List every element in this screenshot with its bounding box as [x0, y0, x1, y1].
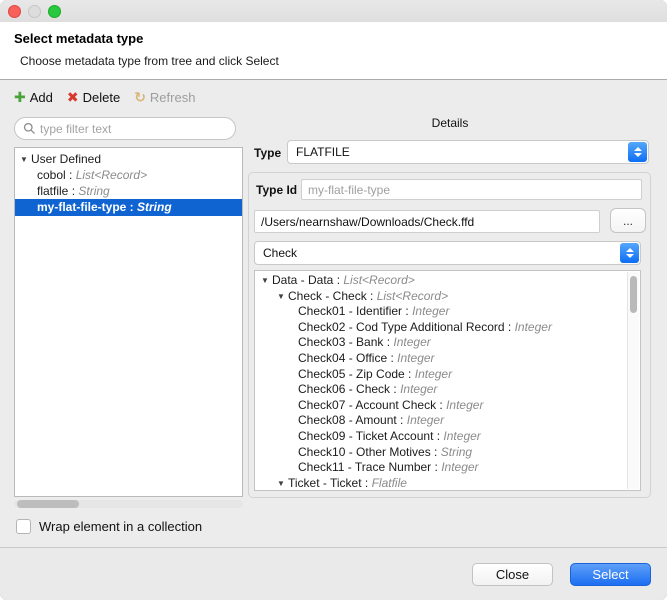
tree-item-cobol[interactable]: cobol : List<Record> [15, 167, 242, 183]
field-tree-item[interactable]: ▼Check - Check : List<Record> [255, 289, 640, 305]
delete-button[interactable]: ✖ Delete [67, 90, 120, 105]
window-minimize-button[interactable] [28, 5, 41, 18]
header-divider [0, 79, 667, 80]
field-tree-item[interactable]: Check10 - Other Motives : String [255, 445, 640, 461]
delete-icon: ✖ [67, 90, 79, 104]
file-path-field[interactable] [254, 210, 600, 233]
browse-button[interactable]: ... [610, 208, 646, 233]
refresh-icon: ↻ [134, 90, 146, 104]
delete-button-label: Delete [83, 90, 121, 105]
chevron-down-icon [626, 254, 634, 258]
tree-item-flatfile[interactable]: flatfile : String [15, 183, 242, 199]
field-tree-item[interactable]: Check01 - Identifier : Integer [255, 304, 640, 320]
record-dropdown[interactable]: Check [254, 241, 641, 265]
type-id-label: Type Id [256, 183, 297, 197]
field-tree-item[interactable]: Check07 - Account Check : Integer [255, 398, 640, 414]
search-icon [23, 122, 36, 135]
field-tree-item[interactable]: ▼Data - Data : List<Record> [255, 273, 640, 289]
horizontal-scrollbar-thumb[interactable] [17, 500, 79, 508]
field-tree-item[interactable]: Check06 - Check : Integer [255, 382, 640, 398]
page-title: Select metadata type [14, 31, 143, 46]
flatfile-details-groupbox: Type Id ... Check ▼Data - Data : List<Re… [248, 172, 651, 498]
disclosure-triangle-icon[interactable]: ▼ [261, 273, 272, 289]
field-tree-item[interactable]: ▼Ticket - Ticket : Flatfile [255, 476, 640, 491]
vertical-scrollbar-thumb[interactable] [630, 276, 637, 313]
filter-input[interactable] [40, 122, 227, 136]
wrap-collection-row: Wrap element in a collection [16, 519, 202, 534]
add-icon: ✚ [14, 90, 26, 104]
chevron-up-icon [634, 147, 642, 151]
field-tree-item[interactable]: Check08 - Amount : Integer [255, 413, 640, 429]
dialog-header: Select metadata type Choose metadata typ… [0, 22, 667, 79]
metadata-tree[interactable]: ▼User Defined cobol : List<Record> flatf… [14, 147, 243, 497]
refresh-button[interactable]: ↻ Refresh [134, 90, 195, 105]
field-tree-item[interactable]: Check04 - Office : Integer [255, 351, 640, 367]
refresh-button-label: Refresh [150, 90, 196, 105]
chevron-down-icon [634, 153, 642, 157]
horizontal-scrollbar[interactable] [14, 500, 243, 508]
type-dropdown[interactable]: FLATFILE [287, 140, 649, 164]
chevron-up-icon [626, 248, 634, 252]
vertical-scrollbar[interactable] [627, 272, 639, 489]
type-dropdown-value: FLATFILE [296, 145, 350, 159]
field-tree-item[interactable]: Check02 - Cod Type Additional Record : I… [255, 320, 640, 336]
field-tree-item[interactable]: Check05 - Zip Code : Integer [255, 367, 640, 383]
tree-item-user-defined[interactable]: ▼User Defined [15, 151, 242, 167]
chevron-up-down-icon[interactable] [628, 142, 647, 162]
window-close-button[interactable] [8, 5, 21, 18]
toolbar: ✚ Add ✖ Delete ↻ Refresh [14, 85, 195, 109]
field-tree-item[interactable]: Check11 - Trace Number : Integer [255, 460, 640, 476]
details-section-label: Details [240, 116, 660, 130]
type-label: Type [254, 146, 281, 160]
disclosure-triangle-icon[interactable]: ▼ [20, 152, 31, 168]
add-button[interactable]: ✚ Add [14, 90, 53, 105]
type-id-field[interactable] [301, 179, 642, 200]
tree-item-my-flat-file-type-selected[interactable]: my-flat-file-type : String [15, 199, 242, 216]
window-zoom-button[interactable] [48, 5, 61, 18]
disclosure-triangle-icon[interactable]: ▼ [277, 289, 288, 305]
select-button[interactable]: Select [570, 563, 651, 586]
field-tree-item[interactable]: Check03 - Bank : Integer [255, 335, 640, 351]
record-structure-tree[interactable]: ▼Data - Data : List<Record> ▼Check - Che… [254, 270, 641, 491]
wrap-collection-label: Wrap element in a collection [39, 519, 202, 534]
record-dropdown-value: Check [263, 246, 297, 260]
field-tree-item[interactable]: Check09 - Ticket Account : Integer [255, 429, 640, 445]
page-subtitle: Choose metadata type from tree and click… [20, 54, 279, 68]
chevron-up-down-icon[interactable] [620, 243, 639, 263]
titlebar [0, 0, 667, 22]
disclosure-triangle-icon[interactable]: ▼ [277, 476, 288, 491]
add-button-label: Add [30, 90, 53, 105]
select-metadata-type-dialog: Select metadata type Choose metadata typ… [0, 0, 667, 600]
footer: Close Select [0, 548, 667, 600]
wrap-collection-checkbox[interactable] [16, 519, 31, 534]
filter-search-field[interactable] [14, 117, 236, 140]
close-button[interactable]: Close [472, 563, 553, 586]
